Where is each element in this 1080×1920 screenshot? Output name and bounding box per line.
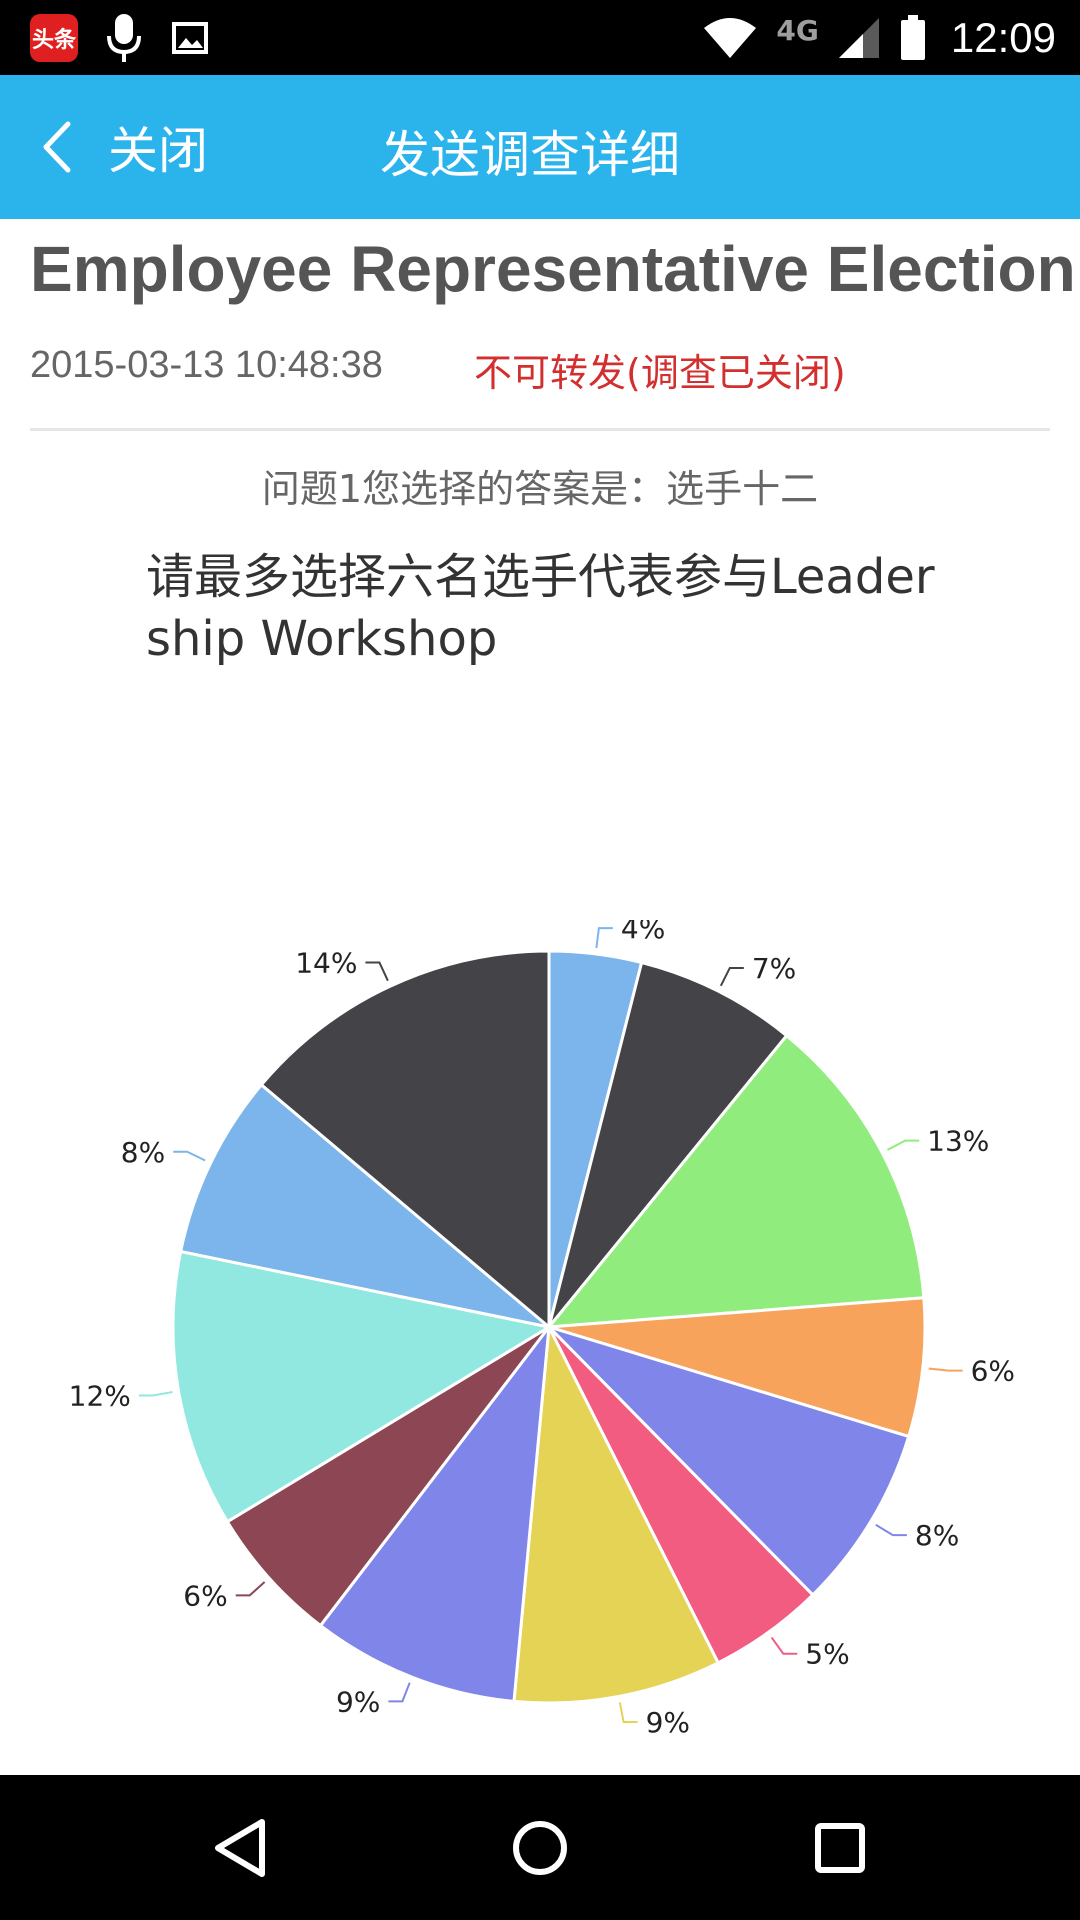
- survey-meta: 2015-03-13 10:48:38 不可转发(调查已关闭): [30, 342, 846, 395]
- pie-label-connector: [235, 1581, 266, 1597]
- nav-recents-button[interactable]: [740, 1775, 940, 1920]
- pie-label-connector: [595, 927, 613, 949]
- pie-label-connector: [138, 1391, 173, 1397]
- home-circle-icon: [513, 1820, 567, 1875]
- pie-label-connector: [886, 1139, 920, 1151]
- pie-label-connector: [719, 966, 744, 987]
- question-text: 请最多选择六名选手代表参与Leadership Workshop: [146, 549, 935, 667]
- pie-data-label: 13%: [927, 1125, 989, 1158]
- pie-data-label: 9%: [646, 1706, 690, 1739]
- close-button[interactable]: 关闭: [40, 110, 208, 184]
- pie-label-connector: [875, 1523, 907, 1537]
- recents-square-icon: [815, 1822, 865, 1873]
- image-icon: [172, 22, 208, 54]
- pie-label-connector: [928, 1367, 963, 1372]
- nav-home-button[interactable]: [440, 1775, 640, 1920]
- divider: [30, 428, 1050, 431]
- app-bar: 关闭 发送调查详细: [0, 75, 1080, 219]
- close-label: 关闭: [108, 122, 208, 180]
- wifi-icon: [704, 17, 757, 58]
- survey-date: 2015-03-13 10:48:38: [30, 344, 383, 386]
- pie-chart: 4% 7% 13% 6% 8% 5% 9% 9% 6% 12% 8% 14%: [69, 920, 1015, 1739]
- pie-label-connector: [365, 961, 389, 982]
- pie-data-label: 7%: [752, 952, 796, 985]
- pie-data-label: 6%: [183, 1579, 227, 1612]
- nav-back-button[interactable]: [140, 1775, 340, 1920]
- status-time: 12:09: [950, 13, 1056, 61]
- pie-data-label: 12%: [69, 1379, 131, 1412]
- pie-data-label: 5%: [805, 1638, 849, 1671]
- selected-answer: 问题1您选择的答案是：选手十二: [261, 467, 819, 511]
- pie-data-label: 6%: [971, 1355, 1015, 1388]
- back-triangle-icon: [215, 1818, 265, 1877]
- pie-data-label: 8%: [121, 1136, 165, 1169]
- pie-label-connector: [618, 1702, 638, 1724]
- survey-status: 不可转发(调查已关闭): [474, 351, 846, 395]
- network-type-label: 4G: [776, 14, 819, 47]
- pie-data-label: 9%: [336, 1685, 380, 1718]
- status-bar: 头条 4G 12:09: [0, 0, 1080, 75]
- survey-title: Employee Representative Election: [30, 233, 1076, 305]
- microphone-icon: [107, 14, 141, 62]
- chevron-left-icon: [43, 121, 71, 173]
- navigation-bar: [0, 1775, 1080, 1920]
- signal-icon: [838, 17, 879, 58]
- pie-data-label: 4%: [621, 920, 665, 945]
- pie-label-connector: [388, 1682, 411, 1703]
- toutiao-app-icon: 头条: [30, 14, 78, 62]
- pie-label-connector: [770, 1636, 798, 1655]
- pie-data-label: 14%: [295, 947, 357, 980]
- pie-data-label: 8%: [915, 1519, 959, 1552]
- battery-icon: [900, 14, 925, 60]
- page-title: 发送调查详细: [380, 126, 680, 184]
- pie-label-connector: [173, 1150, 206, 1162]
